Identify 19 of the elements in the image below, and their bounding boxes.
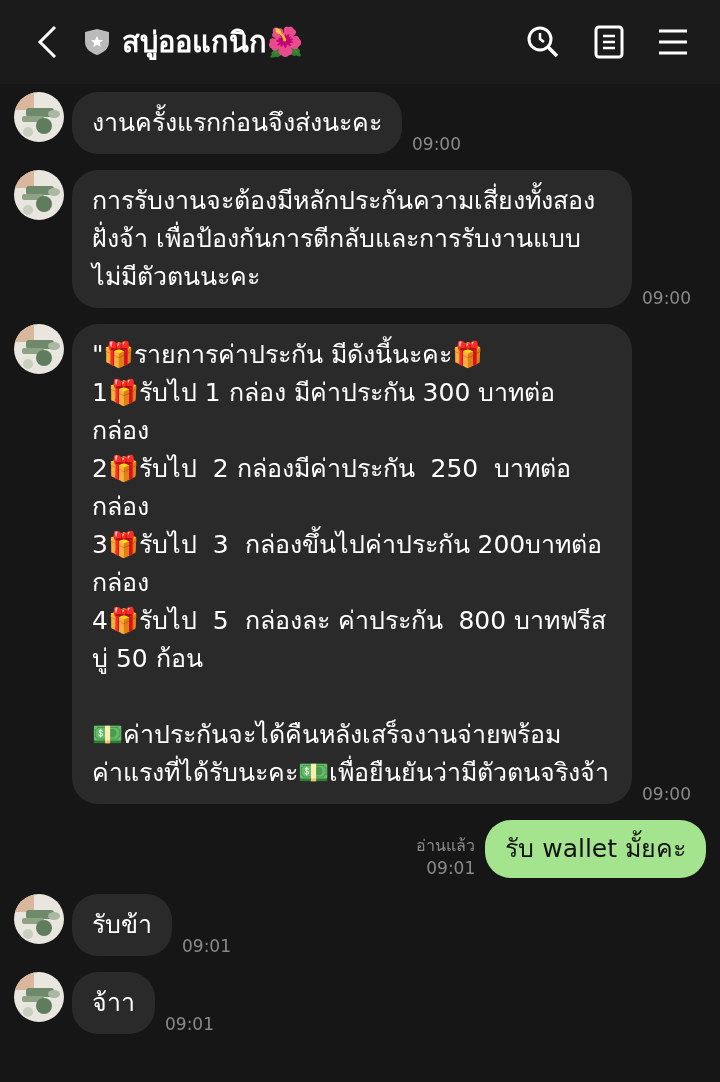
- message-bubble: รับ wallet มั้ยคะ: [485, 820, 706, 878]
- shield-icon: [84, 28, 110, 56]
- chat-title: สบู่ออแกนิก🌺: [122, 24, 303, 62]
- message-bubble: จ้าา: [72, 972, 155, 1034]
- message-bubble: การรับงานจะต้องมีหลักประกันความเสี่ยงทั้งสองฝั่งจ้า เพื่อป้องกันการตีกลับและการรับงานแบบไม่มีตัวตนนะคะ: [72, 170, 632, 308]
- menu-icon[interactable]: [658, 29, 688, 55]
- message-bubble: รับข้า: [72, 894, 172, 956]
- message-time: 09:00: [642, 784, 691, 804]
- read-status: อ่านแล้ว: [416, 835, 476, 857]
- message-bubble: งานครั้งแรกก่อนจึงส่งนะคะ: [72, 92, 402, 154]
- message-time: 09:01: [182, 936, 231, 956]
- search-icon[interactable]: [526, 25, 560, 59]
- message-time: 09:01: [426, 858, 476, 878]
- message-time: 09:00: [642, 288, 691, 308]
- back-icon[interactable]: [36, 25, 58, 59]
- message-bubble: "🎁รายการค่าประกัน มีดังนี้นะคะ🎁 1🎁รับไป 1 กล่อง มีค่าประกัน 300 บาทต่อกล่อง 2🎁รับไป 2 กล่องมีค่าประกัน 250 บาทต่อกล่อง 3🎁รับไป 3 กล่องขึ้นไปค่าประกัน 200บาทต่อกล่อง 4🎁รับไป 5 กล่องละ ค่าประกัน 800 บาทฟรีสบู่ 50 ก้อน 💵ค่าประกันจะได้คืนหลังเสร็จงานจ่ายพร้อมค่าแรงที่ได้รับนะคะ💵เพื่อยืนยันว่ามีตัวตนจริงจ้า: [72, 324, 632, 804]
- notes-icon[interactable]: [594, 25, 624, 59]
- message-time: 09:00: [412, 134, 461, 154]
- message-time: 09:01: [165, 1014, 214, 1034]
